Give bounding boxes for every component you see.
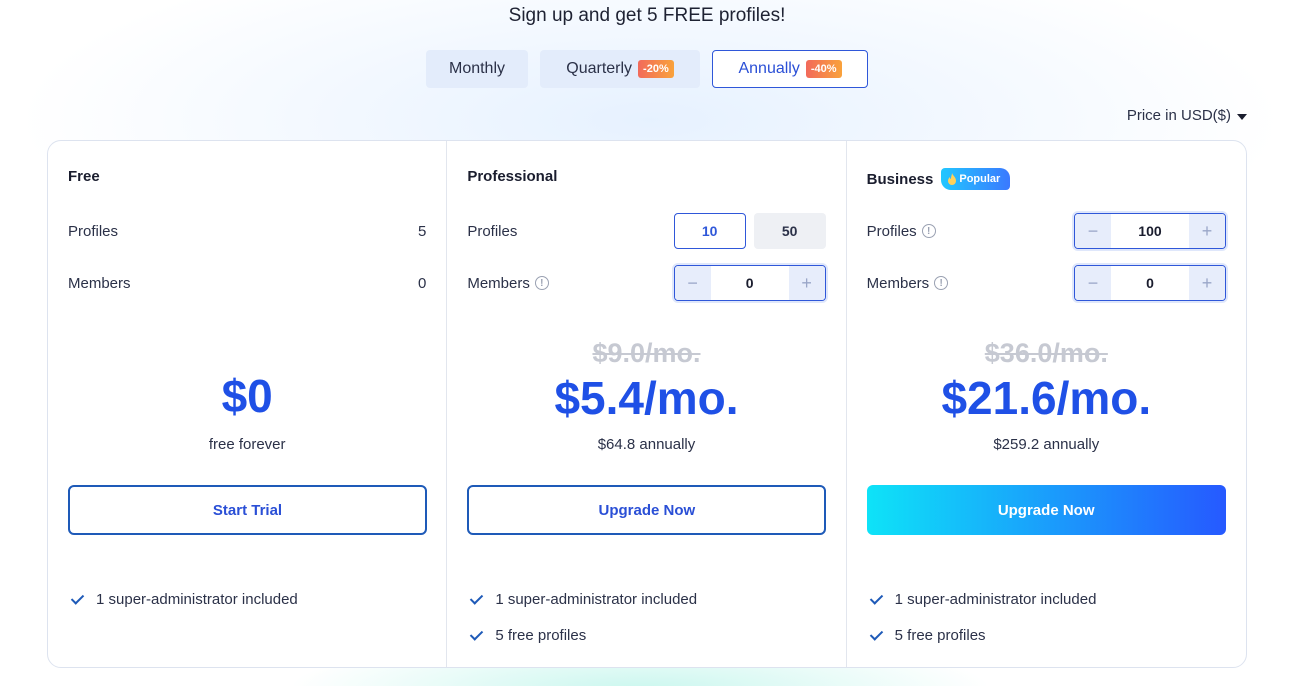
fire-icon <box>948 173 957 185</box>
business-members-label-group: Members ! <box>867 275 949 292</box>
check-icon <box>471 594 485 604</box>
professional-members-row: Members ! − 0 + <box>467 265 826 301</box>
feature-item: 1 super-administrator included <box>871 581 1097 617</box>
feature-text: 5 free profiles <box>894 626 986 644</box>
billing-quarterly-button[interactable]: Quarterly -20% <box>540 50 700 88</box>
professional-members-label: Members <box>467 274 530 292</box>
profile-option-10[interactable]: 10 <box>673 213 746 249</box>
professional-profiles-label: Profiles <box>467 222 518 240</box>
decrement-button[interactable]: − <box>1074 266 1111 300</box>
business-members-stepper: − 0 + <box>1073 265 1226 301</box>
business-members-label: Members <box>866 274 930 292</box>
business-profiles-row: Profiles ! − 100 + <box>867 213 1226 249</box>
business-profiles-stepper: − 100 + <box>1073 213 1226 249</box>
professional-members-label-group: Members ! <box>467 275 549 292</box>
quarterly-discount-badge: -20% <box>638 60 674 78</box>
billing-period-selector: Monthly Quarterly -20% Annually -40% <box>0 50 1294 88</box>
professional-price: $5.4/mo. <box>554 372 739 424</box>
popular-badge-label: Popular <box>959 173 1001 185</box>
billing-quarterly-label: Quarterly <box>566 60 633 77</box>
plan-business-title: Business Popular <box>867 168 1011 190</box>
free-price-sub: free forever <box>208 436 286 453</box>
plan-free: Free Profiles 5 Members 0 $0 free foreve… <box>48 141 448 667</box>
free-profiles-value: 5 <box>417 222 427 240</box>
plan-professional: Professional Profiles 10 50 Members ! − … <box>447 141 847 667</box>
feature-text: 5 free profiles <box>495 626 587 644</box>
info-icon[interactable]: ! <box>934 276 949 290</box>
professional-members-value[interactable]: 0 <box>710 266 789 300</box>
feature-item: 1 super-administrator included <box>72 581 298 617</box>
profile-count-options: 10 50 <box>673 213 826 249</box>
business-members-row: Members ! − 0 + <box>867 265 1226 301</box>
check-icon <box>871 594 885 604</box>
free-members-row: Members 0 <box>68 265 426 301</box>
business-upgrade-button[interactable]: Upgrade Now <box>866 485 1226 535</box>
business-old-price: $36.0/mo. <box>984 338 1108 368</box>
currency-label: Price in USD($) <box>1126 107 1231 124</box>
signup-headline: Sign up and get 5 FREE profiles! <box>508 5 786 26</box>
decrement-button[interactable]: − <box>674 266 711 300</box>
check-icon <box>471 630 485 640</box>
popular-badge: Popular <box>941 168 1011 190</box>
professional-old-price: $9.0/mo. <box>592 338 701 368</box>
check-icon <box>871 630 885 640</box>
business-features-list: 1 super-administrator included 5 free pr… <box>871 581 1097 653</box>
start-trial-button[interactable]: Start Trial <box>68 485 427 535</box>
info-icon[interactable]: ! <box>921 224 936 238</box>
profile-option-50[interactable]: 50 <box>753 213 826 249</box>
plans-container: Free Profiles 5 Members 0 $0 free foreve… <box>47 140 1247 668</box>
annually-discount-badge: -40% <box>805 60 842 78</box>
free-members-label: Members <box>68 274 131 292</box>
feature-item: 5 free profiles <box>871 617 1097 653</box>
free-features-list: 1 super-administrator included <box>72 581 298 617</box>
business-price-sub: $259.2 annually <box>993 436 1100 453</box>
free-price: $0 <box>221 370 273 422</box>
plan-professional-title: Professional <box>467 168 557 185</box>
professional-price-sub: $64.8 annually <box>597 436 696 453</box>
professional-members-stepper: − 0 + <box>673 265 826 301</box>
currency-selector[interactable]: Price in USD($) <box>1127 107 1247 124</box>
plan-business: Business Popular Profiles ! − 100 + Memb… <box>847 141 1246 667</box>
plan-free-name: Free <box>68 168 100 185</box>
business-profiles-label-group: Profiles ! <box>867 223 936 240</box>
plan-business-name: Business <box>866 170 934 188</box>
business-members-value[interactable]: 0 <box>1110 266 1189 300</box>
increment-button[interactable]: + <box>1188 214 1225 248</box>
feature-item: 1 super-administrator included <box>471 581 697 617</box>
increment-button[interactable]: + <box>1188 266 1225 300</box>
professional-upgrade-button[interactable]: Upgrade Now <box>467 485 827 535</box>
caret-down-icon <box>1237 113 1247 120</box>
feature-text: 1 super-administrator included <box>894 590 1097 608</box>
check-icon <box>72 594 86 604</box>
professional-features-list: 1 super-administrator included 5 free pr… <box>471 581 697 653</box>
info-icon[interactable]: ! <box>534 276 549 290</box>
plan-free-title: Free <box>68 168 100 185</box>
feature-text: 1 super-administrator included <box>495 590 698 608</box>
decrement-button[interactable]: − <box>1074 214 1111 248</box>
professional-profiles-row: Profiles 10 50 <box>467 213 826 249</box>
billing-monthly-button[interactable]: Monthly <box>426 50 528 88</box>
feature-text: 1 super-administrator included <box>96 590 298 608</box>
free-members-value: 0 <box>417 274 427 292</box>
free-profiles-label: Profiles <box>68 222 119 240</box>
billing-annually-label: Annually <box>738 60 800 77</box>
feature-item: 5 free profiles <box>471 617 697 653</box>
plan-professional-name: Professional <box>467 168 558 185</box>
business-profiles-label: Profiles <box>866 222 917 240</box>
business-price: $21.6/mo. <box>941 372 1152 424</box>
billing-annually-button[interactable]: Annually -40% <box>712 50 868 88</box>
increment-button[interactable]: + <box>788 266 825 300</box>
free-profiles-row: Profiles 5 <box>68 213 426 249</box>
business-profiles-value[interactable]: 100 <box>1110 214 1189 248</box>
billing-monthly-label: Monthly <box>448 60 506 77</box>
